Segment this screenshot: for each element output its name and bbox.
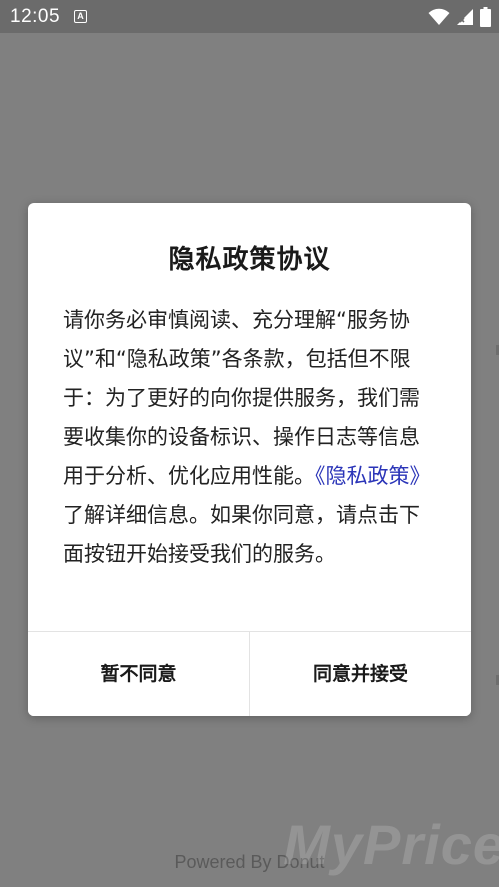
wifi-icon [428, 8, 450, 25]
dialog-body: 请你务必审慎阅读、充分理解“服务协议”和“隐私政策”各条款，包括但不限于：为了更… [63, 301, 433, 574]
status-icons [428, 6, 491, 28]
status-time: 12:05 [10, 6, 61, 27]
app-notification-icon: A [74, 10, 87, 23]
watermark-logo: MyPrice [283, 813, 499, 876]
body-outro-text: 了解详细信息。如果你同意，请点击下面按钮开始接受我们的服务。 [63, 503, 420, 566]
privacy-policy-link[interactable]: 《隐私政策》 [315, 464, 431, 488]
signal-icon [457, 9, 473, 25]
status-bar: 12:05 A [0, 0, 499, 33]
disagree-button[interactable]: 暂不同意 [28, 632, 249, 716]
body-intro-text: 请你务必审慎阅读、充分理解“服务协议”和“隐私政策”各条款，包括但不限于：为了更… [63, 308, 420, 488]
dialog-title: 隐私政策协议 [168, 245, 331, 275]
privacy-dialog: 隐私政策协议 请你务必审慎阅读、充分理解“服务协议”和“隐私政策”各条款，包括但… [28, 203, 471, 716]
battery-icon [480, 7, 491, 27]
agree-button[interactable]: 同意并接受 [250, 632, 471, 716]
